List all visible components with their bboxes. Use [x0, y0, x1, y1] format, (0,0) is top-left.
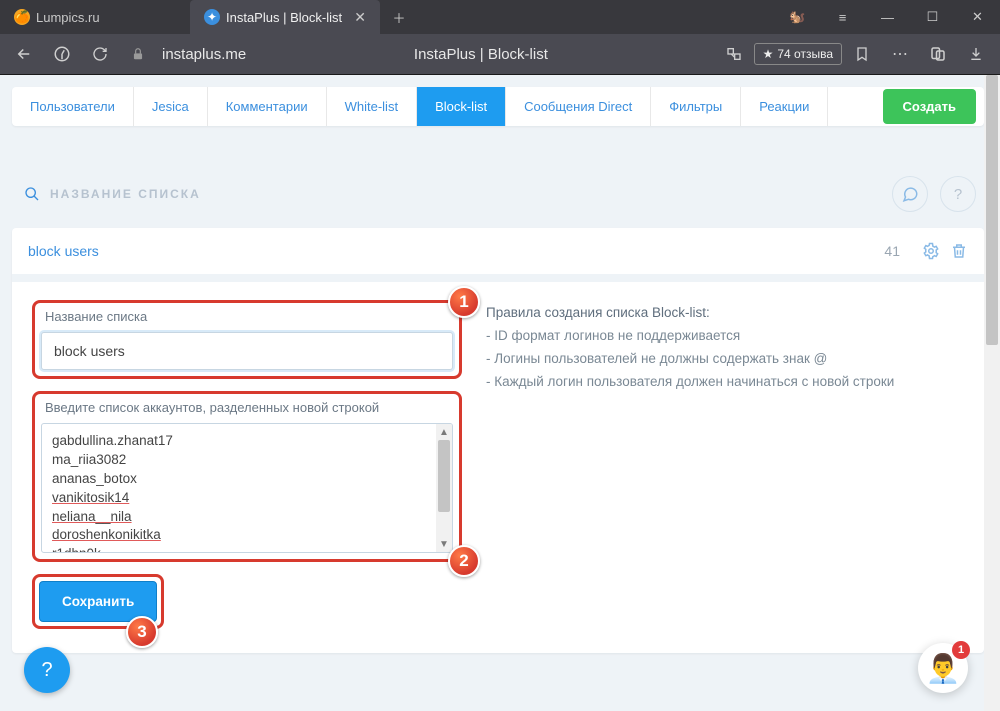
tab-users[interactable]: Пользователи — [12, 87, 134, 126]
browser-tab-instaplus[interactable]: ✦ InstaPlus | Block-list ✕ — [190, 0, 380, 34]
page-scrollbar[interactable] — [984, 75, 1000, 711]
block-list-card: block users 41 Название списка 1 Введите… — [12, 228, 984, 653]
rule-item: - Каждый логин пользователя должен начин… — [486, 371, 964, 394]
reload-button[interactable] — [82, 36, 118, 72]
help-button[interactable]: ? — [940, 176, 976, 212]
rules-title: Правила создания списка Block-list: — [486, 302, 964, 325]
feedback-button[interactable] — [892, 176, 928, 212]
accounts-label: Введите список аккаунтов, разделенных но… — [45, 400, 453, 415]
tab-title: InstaPlus | Block-list — [226, 10, 342, 25]
close-window-button[interactable]: ✕ — [955, 0, 1000, 34]
tab-whitelist[interactable]: White-list — [327, 87, 417, 126]
menu-icon[interactable]: ≡ — [820, 0, 865, 34]
gear-icon[interactable] — [922, 242, 940, 260]
accounts-textarea[interactable]: gabdullina.zhanat17 ma_riia3082 ananas_b… — [42, 424, 436, 552]
browser-tab-lumpics[interactable]: 🍊 Lumpics.ru — [0, 0, 190, 34]
chat-badge: 1 — [952, 641, 970, 659]
edit-form: Название списка 1 Введите список аккаунт… — [32, 300, 462, 629]
create-button[interactable]: Создать — [883, 89, 976, 124]
ext-icon[interactable]: 🐿️ — [775, 0, 820, 34]
name-block-highlight: Название списка — [32, 300, 462, 379]
tab-bar: 🍊 Lumpics.ru ✦ InstaPlus | Block-list ✕ … — [0, 0, 1000, 34]
more-icon[interactable]: ⋯ — [882, 36, 918, 72]
list-header: block users 41 — [12, 228, 984, 282]
search-icon — [24, 186, 40, 202]
favicon-icon: ✦ — [204, 9, 220, 25]
marker-3: 3 — [126, 616, 158, 648]
rule-item: - ID формат логинов не поддерживается — [486, 325, 964, 348]
address-bar: instaplus.me InstaPlus | Block-list ★ 74… — [0, 34, 1000, 74]
name-label: Название списка — [45, 309, 453, 324]
list-name-input[interactable] — [41, 332, 453, 370]
new-tab-button[interactable]: ＋ — [386, 4, 412, 30]
browser-chrome: 🍊 Lumpics.ru ✦ InstaPlus | Block-list ✕ … — [0, 0, 1000, 75]
tab-comments[interactable]: Комментарии — [208, 87, 327, 126]
favicon-icon: 🍊 — [14, 9, 30, 25]
collections-icon[interactable] — [920, 36, 956, 72]
textarea-scrollbar[interactable]: ▲▼ — [436, 424, 452, 552]
tab-direct[interactable]: Сообщения Direct — [506, 87, 651, 126]
search-row: НАЗВАНИЕ СПИСКА ? — [12, 176, 984, 212]
trash-icon[interactable] — [950, 242, 968, 260]
reviews-badge[interactable]: ★ 74 отзыва — [754, 43, 842, 65]
help-fab[interactable]: ? — [24, 647, 70, 693]
download-icon[interactable] — [958, 36, 994, 72]
list-count: 41 — [884, 243, 900, 259]
close-tab-icon[interactable]: ✕ — [354, 9, 366, 26]
bookmark-icon[interactable] — [844, 36, 880, 72]
page-title: InstaPlus | Block-list — [248, 46, 713, 63]
chat-fab[interactable]: 👨‍💼 1 — [918, 643, 968, 693]
page-content: Пользователи Jesica Комментарии White-li… — [0, 75, 1000, 711]
tab-reactions[interactable]: Реакции — [741, 87, 828, 126]
marker-2: 2 — [448, 545, 480, 577]
minimize-button[interactable]: — — [865, 0, 910, 34]
url-text[interactable]: instaplus.me — [162, 46, 246, 63]
window-controls: 🐿️ ≡ — ☐ ✕ — [775, 0, 1000, 34]
maximize-button[interactable]: ☐ — [910, 0, 955, 34]
marker-1: 1 — [448, 286, 480, 318]
list-name[interactable]: block users — [28, 243, 99, 259]
back-button[interactable] — [6, 36, 42, 72]
rules-panel: Правила создания списка Block-list: - ID… — [486, 300, 964, 629]
rule-item: - Логины пользователей не должны содержа… — [486, 348, 964, 371]
translate-icon[interactable] — [716, 36, 752, 72]
tab-blocklist[interactable]: Block-list — [417, 87, 506, 126]
tab-title: Lumpics.ru — [36, 10, 100, 25]
tab-filters[interactable]: Фильтры — [651, 87, 741, 126]
yandex-icon[interactable] — [44, 36, 80, 72]
search-placeholder[interactable]: НАЗВАНИЕ СПИСКА — [50, 187, 201, 201]
accounts-block-highlight: Введите список аккаунтов, разделенных но… — [32, 391, 462, 562]
lock-icon[interactable] — [120, 36, 156, 72]
tab-jesica[interactable]: Jesica — [134, 87, 208, 126]
section-tabs: Пользователи Jesica Комментарии White-li… — [12, 87, 984, 126]
